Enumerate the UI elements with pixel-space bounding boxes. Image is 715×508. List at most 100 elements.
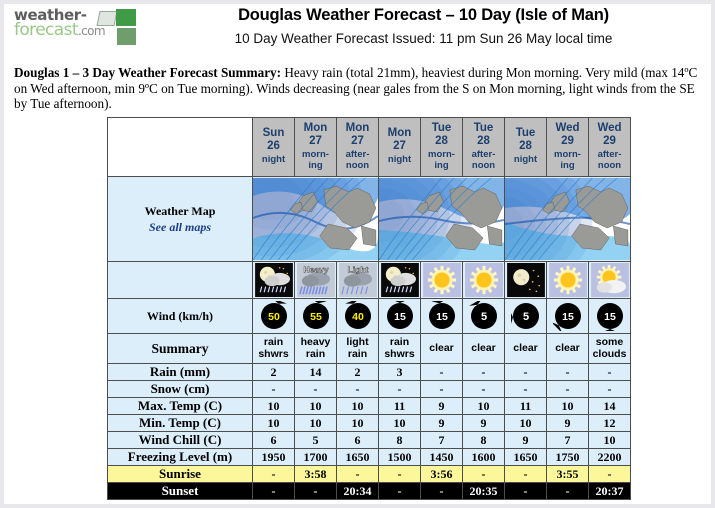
wind-chill-row-cell-5: 8 bbox=[462, 431, 505, 449]
wind-direction-icon: 40 bbox=[344, 301, 371, 329]
weather-icon-cell-6 bbox=[504, 261, 547, 299]
moon-stars-icon bbox=[506, 263, 545, 297]
wind-cell-7: 15 bbox=[546, 298, 589, 334]
wind-chill-row-cell-0: 6 bbox=[252, 431, 295, 449]
summary-cell-5: clear bbox=[462, 333, 505, 364]
sun-icon bbox=[422, 263, 461, 297]
day-column-header-5: Tue 28 after-noon bbox=[462, 117, 505, 177]
max-temp-row: Max. Temp (C) 10 10 10 11 9 10 11 10 14 bbox=[107, 397, 631, 415]
header-day-name: Wed bbox=[555, 122, 580, 134]
snow-row-label: Snow (cm) bbox=[107, 380, 253, 398]
rain-row-cell-5: - bbox=[462, 363, 505, 381]
svg-text:50: 50 bbox=[268, 311, 280, 323]
sunset-row-cell-6: - bbox=[504, 482, 547, 500]
forecast-page: weather- forecast.com Douglas Weather Fo… bbox=[0, 0, 715, 508]
header-period: morn-ing bbox=[428, 149, 455, 171]
day-column-header-0: Sun 26 night bbox=[252, 117, 295, 177]
table-header-row: Sun 26 night Mon 27 morn-ing Mon 27 after-noon Mo… bbox=[107, 117, 631, 177]
day-column-header-1: Mon 27 morn-ing bbox=[294, 117, 337, 177]
sunset-row-label: Sunset bbox=[107, 482, 253, 500]
weather-map-cell-2[interactable] bbox=[504, 176, 631, 262]
day-column-header-7: Wed 29 morn-ing bbox=[546, 117, 589, 177]
rain-row-cell-2: 2 bbox=[336, 363, 379, 381]
weather-map-thumbnail[interactable] bbox=[379, 178, 504, 260]
summary-cell-1: heavy rain bbox=[294, 333, 337, 364]
weather-icon-cell-1: Heavy bbox=[294, 261, 337, 299]
weather-map-cell-1[interactable] bbox=[378, 176, 505, 262]
weather-map-cell-0[interactable] bbox=[252, 176, 379, 262]
rain-row-cell-1: 14 bbox=[294, 363, 337, 381]
wind-row: Wind (km/h) 50 55 40 15 15 5 5 15 15 bbox=[107, 298, 631, 334]
header-period: morn-ing bbox=[554, 149, 581, 171]
svg-text:5: 5 bbox=[480, 311, 486, 323]
min-temp-row-label: Min. Temp (C) bbox=[107, 414, 253, 432]
logo-grid-icon bbox=[117, 28, 136, 45]
header-day-name: Wed bbox=[597, 122, 622, 134]
snow-row: Snow (cm) - - - - - - - - - bbox=[107, 380, 631, 398]
header-day-number: 28 bbox=[519, 140, 532, 153]
sun-icon bbox=[548, 263, 587, 297]
forecast-table-body: Sun 26 night Mon 27 morn-ing Mon 27 after-noon Mo… bbox=[107, 117, 631, 500]
wind-cell-3: 15 bbox=[378, 298, 421, 334]
freezing-level-row-cell-5: 1600 bbox=[462, 448, 505, 466]
min-temp-row-cell-7: 9 bbox=[546, 414, 589, 432]
max-temp-row-cell-0: 10 bbox=[252, 397, 295, 415]
weather-map-thumbnail[interactable] bbox=[505, 178, 630, 260]
wind-chill-row-cell-3: 8 bbox=[378, 431, 421, 449]
rain-row-cell-8: - bbox=[588, 363, 631, 381]
sunrise-row-cell-1: 3:58 bbox=[294, 465, 337, 483]
sunset-row-cell-2: 20:34 bbox=[336, 482, 379, 500]
weather-map-thumbnail[interactable] bbox=[253, 178, 378, 260]
snow-row-cell-7: - bbox=[546, 380, 589, 398]
max-temp-row-cell-8: 14 bbox=[588, 397, 631, 415]
rain-row: Rain (mm) 2 14 2 3- - - - - bbox=[107, 363, 631, 381]
max-temp-row-label: Max. Temp (C) bbox=[107, 397, 253, 415]
wind-chill-row-cell-1: 5 bbox=[294, 431, 337, 449]
wind-chill-row: Wind Chill (C) 6 5 6 8 7 8 9 7 10 bbox=[107, 431, 631, 449]
see-all-maps-link[interactable]: See all maps bbox=[108, 219, 252, 235]
wind-cell-6: 5 bbox=[504, 298, 547, 334]
wind-cell-2: 40 bbox=[336, 298, 379, 334]
sunrise-row-cell-6: - bbox=[504, 465, 547, 483]
header-day-number: 27 bbox=[309, 135, 322, 147]
moon-rain-showers-icon bbox=[254, 263, 293, 297]
svg-text:15: 15 bbox=[562, 311, 574, 323]
snow-row-cell-3: - bbox=[378, 380, 421, 398]
day-column-header-4: Tue 28 morn-ing bbox=[420, 117, 463, 177]
min-temp-row-cell-2: 10 bbox=[336, 414, 379, 432]
sunrise-row: Sunrise -3:58- -3:56- -3:55- bbox=[107, 465, 631, 483]
summary-cell-7: clear bbox=[546, 333, 589, 364]
svg-text:Heavy: Heavy bbox=[303, 264, 328, 274]
header-period: after-noon bbox=[471, 149, 496, 171]
sunrise-row-cell-2: - bbox=[336, 465, 379, 483]
svg-text:15: 15 bbox=[436, 311, 448, 323]
svg-text:Light: Light bbox=[347, 264, 368, 274]
max-temp-row-cell-7: 10 bbox=[546, 397, 589, 415]
svg-text:55: 55 bbox=[310, 311, 322, 323]
weather-icon-cell-8 bbox=[588, 261, 631, 299]
wind-direction-icon: 50 bbox=[260, 301, 287, 329]
title-block: Douglas Weather Forecast – 10 Day (Isle … bbox=[144, 6, 703, 46]
sunrise-row-cell-5: - bbox=[462, 465, 505, 483]
sunset-row-cell-4: - bbox=[420, 482, 463, 500]
summary-cell-0: rain shwrs bbox=[252, 333, 295, 364]
wind-direction-icon: 15 bbox=[596, 303, 623, 331]
svg-text:40: 40 bbox=[352, 311, 364, 323]
freezing-level-row-cell-0: 1950 bbox=[252, 448, 295, 466]
sunset-row-cell-0: - bbox=[252, 482, 295, 500]
site-logo[interactable]: weather- forecast.com bbox=[14, 8, 151, 50]
light-rain-icon: Light bbox=[338, 263, 377, 297]
summary-label: Douglas 1 – 3 Day Weather Forecast Summa… bbox=[14, 65, 282, 80]
max-temp-row-cell-6: 11 bbox=[504, 397, 547, 415]
weather-map-row: Weather Map See all maps bbox=[107, 176, 631, 262]
weather-map-label-cell: Weather Map See all maps bbox=[107, 176, 253, 262]
snow-row-cell-2: - bbox=[336, 380, 379, 398]
sunset-row: Sunset - -20:34- -20:35- -20:37 bbox=[107, 482, 631, 500]
svg-text:15: 15 bbox=[394, 311, 406, 323]
freezing-level-row-label: Freezing Level (m) bbox=[107, 448, 253, 466]
sunset-row-cell-7: - bbox=[546, 482, 589, 500]
weather-icon-cell-3 bbox=[378, 261, 421, 299]
summary-row: Summary rain shwrs heavy rain light rain rain sh… bbox=[107, 333, 631, 364]
sunrise-row-cell-7: 3:55 bbox=[546, 465, 589, 483]
forecast-summary-paragraph: Douglas 1 – 3 Day Weather Forecast Summa… bbox=[14, 65, 701, 112]
